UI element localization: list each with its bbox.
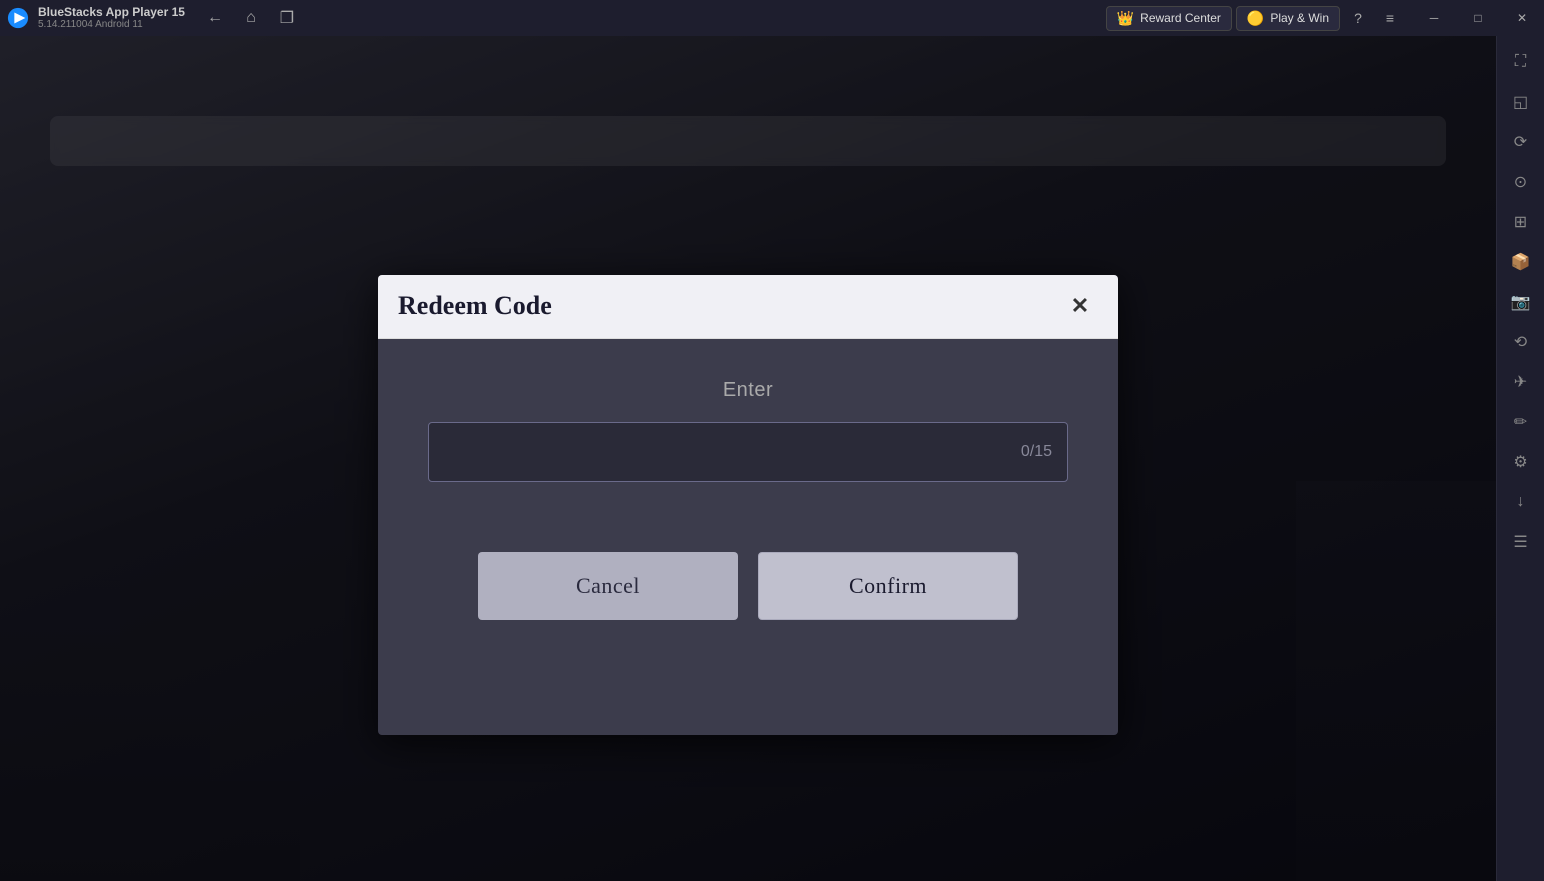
window-controls: ─ □ ✕ [1412, 0, 1544, 36]
titlebar: BlueStacks App Player 15 5.14.211004 And… [0, 0, 1544, 36]
download-icon[interactable]: ↓ [1503, 484, 1539, 520]
grid-icon[interactable]: ⊞ [1503, 204, 1539, 240]
apk-icon[interactable]: 📦 [1503, 244, 1539, 280]
enter-label: Enter [723, 379, 773, 402]
redeem-code-dialog: Redeem Code ✕ Enter 0/15 Cancel Confirm [378, 275, 1118, 735]
dialog-close-button[interactable]: ✕ [1062, 288, 1098, 324]
titlebar-right: 👑 Reward Center 🟡 Play & Win ? ≡ [1106, 4, 1404, 32]
maximize-button[interactable]: □ [1456, 0, 1500, 36]
cancel-button[interactable]: Cancel [478, 552, 738, 620]
refresh-icon[interactable]: ⟳ [1503, 124, 1539, 160]
reward-center-button[interactable]: 👑 Reward Center [1106, 6, 1232, 31]
home-button[interactable]: ⌂ [237, 4, 265, 32]
code-input-wrapper: 0/15 [428, 422, 1068, 482]
crown-icon: 👑 [1117, 10, 1134, 27]
dialog-titlebar: Redeem Code ✕ [378, 275, 1118, 339]
copy-button[interactable]: ❐ [273, 4, 301, 32]
app-name-area: BlueStacks App Player 15 5.14.211004 And… [38, 5, 185, 31]
minimize-button[interactable]: ─ [1412, 0, 1456, 36]
help-button[interactable]: ? [1344, 4, 1372, 32]
play-win-button[interactable]: 🟡 Play & Win [1236, 6, 1340, 31]
dialog-title: Redeem Code [398, 291, 552, 321]
main-content-area: Redeem Code ✕ Enter 0/15 Cancel Confirm [0, 36, 1496, 881]
app-version: 5.14.211004 Android 11 [38, 19, 185, 31]
rotate-icon[interactable]: ⟲ [1503, 324, 1539, 360]
menu-button[interactable]: ≡ [1376, 4, 1404, 32]
dialog-body: Enter 0/15 Cancel Confirm [378, 339, 1118, 670]
play-win-label: Play & Win [1270, 11, 1329, 25]
screenshot-icon[interactable]: 📷 [1503, 284, 1539, 320]
app-title: BlueStacks App Player 15 [38, 5, 185, 19]
airplane-icon[interactable]: ✈ [1503, 364, 1539, 400]
settings-icon[interactable]: ⚙ [1503, 444, 1539, 480]
edit-icon[interactable]: ✏ [1503, 404, 1539, 440]
reward-center-label: Reward Center [1140, 11, 1221, 25]
confirm-button[interactable]: Confirm [758, 552, 1018, 620]
right-sidebar: ⛶ ◱ ⟳ ⊙ ⊞ 📦 📷 ⟲ ✈ ✏ ⚙ ↓ ☰ [1496, 36, 1544, 881]
close-button[interactable]: ✕ [1500, 0, 1544, 36]
fullscreen-icon[interactable]: ⛶ [1503, 44, 1539, 80]
dialog-buttons: Cancel Confirm [428, 552, 1068, 620]
nav-buttons: ← ⌂ ❐ [201, 4, 301, 32]
coin-icon: 🟡 [1247, 10, 1264, 27]
camera-icon[interactable]: ⊙ [1503, 164, 1539, 200]
bluestacks-logo [0, 0, 36, 36]
code-input[interactable] [428, 422, 1068, 482]
more-icon[interactable]: ☰ [1503, 524, 1539, 560]
sidebar-expand-icon[interactable]: ◱ [1503, 84, 1539, 120]
back-button[interactable]: ← [201, 4, 229, 32]
